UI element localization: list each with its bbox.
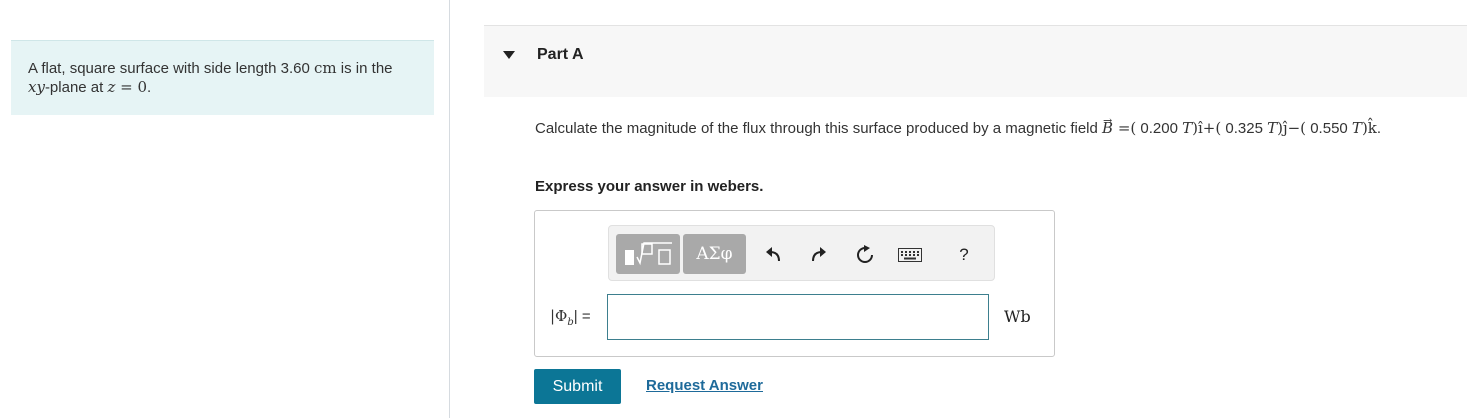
undo-icon[interactable]: [761, 242, 787, 268]
problem-text: is in the: [336, 60, 393, 77]
flux-label: |Φb| =: [550, 307, 591, 328]
answer-instruction: Express your answer in webers.: [535, 178, 764, 195]
request-answer-link[interactable]: Request Answer: [646, 377, 763, 394]
bx-value: 0.200: [1136, 120, 1183, 137]
plane-variable: xy: [28, 78, 45, 96]
i-hat: )î+(: [1192, 119, 1222, 137]
problem-panel: A flat, square surface with side length …: [0, 0, 450, 418]
question-end: .: [1376, 120, 1382, 137]
problem-statement: A flat, square surface with side length …: [11, 40, 434, 115]
tesla-unit: T: [1267, 119, 1278, 137]
submit-button[interactable]: Submit: [534, 369, 621, 404]
question-lead: Calculate the magnitude of the flux thro…: [535, 120, 1103, 137]
keyboard-icon[interactable]: [897, 242, 923, 268]
k-hat: )k̂: [1361, 119, 1377, 137]
part-a-header[interactable]: Part A: [484, 25, 1467, 97]
equals-sign: =: [115, 78, 138, 96]
problem-text: .: [147, 79, 152, 96]
b-vector: B →: [1102, 114, 1113, 137]
help-button[interactable]: ?: [951, 242, 977, 268]
answer-box: ΑΣφ ? |Φb| = Wb: [534, 210, 1055, 357]
by-value: 0.325: [1221, 120, 1268, 137]
flux-answer-input[interactable]: [607, 294, 989, 340]
symbols-button[interactable]: ΑΣφ: [683, 234, 746, 274]
vector-arrow-icon: →: [1103, 114, 1113, 127]
tesla-unit: T: [1182, 119, 1193, 137]
z-value: 0: [137, 78, 148, 96]
collapse-arrow-icon[interactable]: [503, 51, 515, 59]
flux-label-right: | =: [573, 308, 591, 325]
unit-cm: cm: [314, 59, 337, 77]
bz-value: 0.550: [1306, 120, 1352, 137]
templates-icon: [625, 242, 672, 266]
templates-button[interactable]: [616, 234, 680, 274]
problem-text: -plane at: [44, 79, 108, 96]
question-text: Calculate the magnitude of the flux thro…: [535, 114, 1455, 143]
unit-label: Wb: [1004, 307, 1031, 326]
problem-text: A flat, square surface with side length …: [28, 60, 315, 77]
redo-icon[interactable]: [805, 242, 831, 268]
math-toolbar: ΑΣφ ?: [608, 225, 995, 281]
tesla-unit: T: [1351, 119, 1362, 137]
equation-part: =(: [1113, 119, 1137, 137]
flux-label-left: |Φ: [550, 307, 568, 325]
j-hat: )ĵ−(: [1277, 119, 1307, 137]
part-title: Part A: [537, 46, 584, 63]
reset-icon[interactable]: [852, 242, 878, 268]
